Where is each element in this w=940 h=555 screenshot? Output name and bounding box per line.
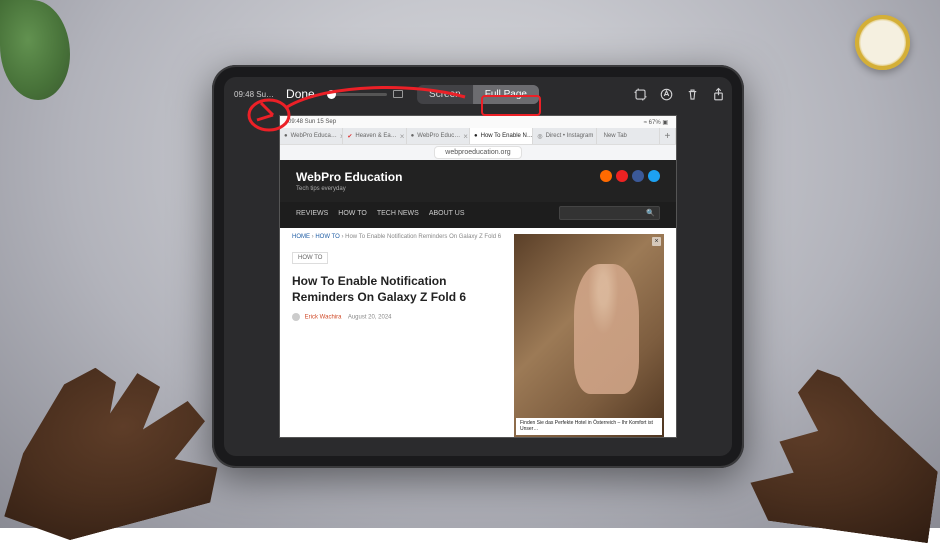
tab-full-page[interactable]: Full Page <box>473 85 539 104</box>
close-icon[interactable]: × <box>400 132 405 141</box>
social-icon[interactable] <box>648 170 660 182</box>
nav-technews[interactable]: TECH NEWS <box>377 210 419 217</box>
safari-address-bar[interactable]: webproeducation.org <box>280 145 676 160</box>
article-body: HOME › HOW TO › How To Enable Notificati… <box>280 228 676 437</box>
editor-right-icons <box>632 86 726 102</box>
preview-area: 09:48 Sun 15 Sep ≈ 67% ▣ ●WebPro Educa…×… <box>224 111 732 456</box>
nav-reviews[interactable]: REVIEWS <box>296 210 328 217</box>
delete-icon[interactable] <box>684 86 700 102</box>
safari-status-bar: 09:48 Sun 15 Sep ≈ 67% ▣ <box>280 116 676 128</box>
url-text[interactable]: webproeducation.org <box>434 146 521 159</box>
share-icon[interactable] <box>710 86 726 102</box>
social-icon[interactable] <box>600 170 612 182</box>
crumb-title: How To Enable Notification Reminders On … <box>345 234 501 240</box>
search-input[interactable] <box>564 210 644 216</box>
ad-close-icon[interactable]: × <box>652 237 661 246</box>
ad-caption: Finden Sie das Perfekte Hotel in Österre… <box>516 418 662 435</box>
clock-decor <box>855 15 910 70</box>
article-title: How To Enable Notification Reminders On … <box>292 274 502 305</box>
social-icon[interactable] <box>632 170 644 182</box>
close-icon[interactable]: × <box>463 132 468 141</box>
ad-figure <box>574 264 639 394</box>
safari-tab-5[interactable]: New Tab <box>597 128 660 144</box>
tab-screen[interactable]: Screen <box>417 85 473 104</box>
article-author[interactable]: Erick Wachira <box>305 315 342 321</box>
category-badge[interactable]: HOW TO <box>292 252 328 264</box>
safari-new-tab[interactable]: + <box>660 128 676 144</box>
slider-track[interactable] <box>331 93 387 96</box>
safari-status-left: 09:48 Sun 15 Sep <box>288 119 336 125</box>
safari-tab-0[interactable]: ●WebPro Educa…× <box>280 128 343 144</box>
article-main: HOME › HOW TO › How To Enable Notificati… <box>292 234 502 437</box>
breadcrumb: HOME › HOW TO › How To Enable Notificati… <box>292 234 502 240</box>
site-title[interactable]: WebPro Education <box>296 170 402 184</box>
avatar <box>292 313 300 321</box>
site-nav: REVIEWS HOW TO TECH NEWS ABOUT US <box>296 210 464 217</box>
plant-decor <box>0 0 70 100</box>
crop-icon[interactable] <box>632 86 648 102</box>
slider-device-icon <box>393 90 403 98</box>
nav-about[interactable]: ABOUT US <box>429 210 465 217</box>
done-button[interactable]: Done <box>282 85 319 103</box>
site-search[interactable]: 🔍 <box>559 206 660 220</box>
site-subtitle: Tech tips everyday <box>296 186 402 192</box>
safari-tab-3[interactable]: ●How To Enable N…× <box>470 128 533 144</box>
safari-tabs: ●WebPro Educa…× ✔Heaven & Ea…× ●WebPro E… <box>280 128 676 145</box>
capture-mode-toggle: Screen Full Page <box>417 85 539 104</box>
safari-tab-1[interactable]: ✔Heaven & Ea…× <box>343 128 406 144</box>
ipad-device: 09:48 Su… Done Screen Full Page 09:48 Su… <box>212 65 744 468</box>
site-nav-row: REVIEWS HOW TO TECH NEWS ABOUT US 🔍 <box>280 202 676 228</box>
article-meta: Erick Wachira August 20, 2024 <box>292 313 502 321</box>
webpage-content: WebPro Education Tech tips everyday RE <box>280 160 676 437</box>
ipad-status-time: 09:48 Su… <box>234 90 274 99</box>
crumb-home[interactable]: HOME <box>292 234 310 240</box>
full-page-preview[interactable]: 09:48 Sun 15 Sep ≈ 67% ▣ ●WebPro Educa…×… <box>279 115 677 438</box>
sidebar-ad[interactable]: × Finden Sie das Perfekte Hotel in Öster… <box>514 234 664 437</box>
plus-icon: + <box>664 131 671 142</box>
article-date: August 20, 2024 <box>348 315 392 321</box>
crumb-category[interactable]: HOW TO <box>315 234 339 240</box>
ipad-screen: 09:48 Su… Done Screen Full Page 09:48 Su… <box>224 77 732 456</box>
site-header: WebPro Education Tech tips everyday <box>280 160 676 202</box>
safari-tab-2[interactable]: ●WebPro Educ…× <box>407 128 470 144</box>
social-icons <box>600 170 660 182</box>
opacity-slider[interactable] <box>331 90 403 98</box>
markup-icon[interactable] <box>658 86 674 102</box>
safari-status-right: ≈ 67% ▣ <box>644 119 668 126</box>
nav-howto[interactable]: HOW TO <box>338 210 367 217</box>
social-icon[interactable] <box>616 170 628 182</box>
safari-tab-4[interactable]: ◎Direct • Instagram× <box>533 128 596 144</box>
editor-topbar: 09:48 Su… Done Screen Full Page <box>224 77 732 111</box>
search-icon[interactable]: 🔍 <box>646 209 655 217</box>
